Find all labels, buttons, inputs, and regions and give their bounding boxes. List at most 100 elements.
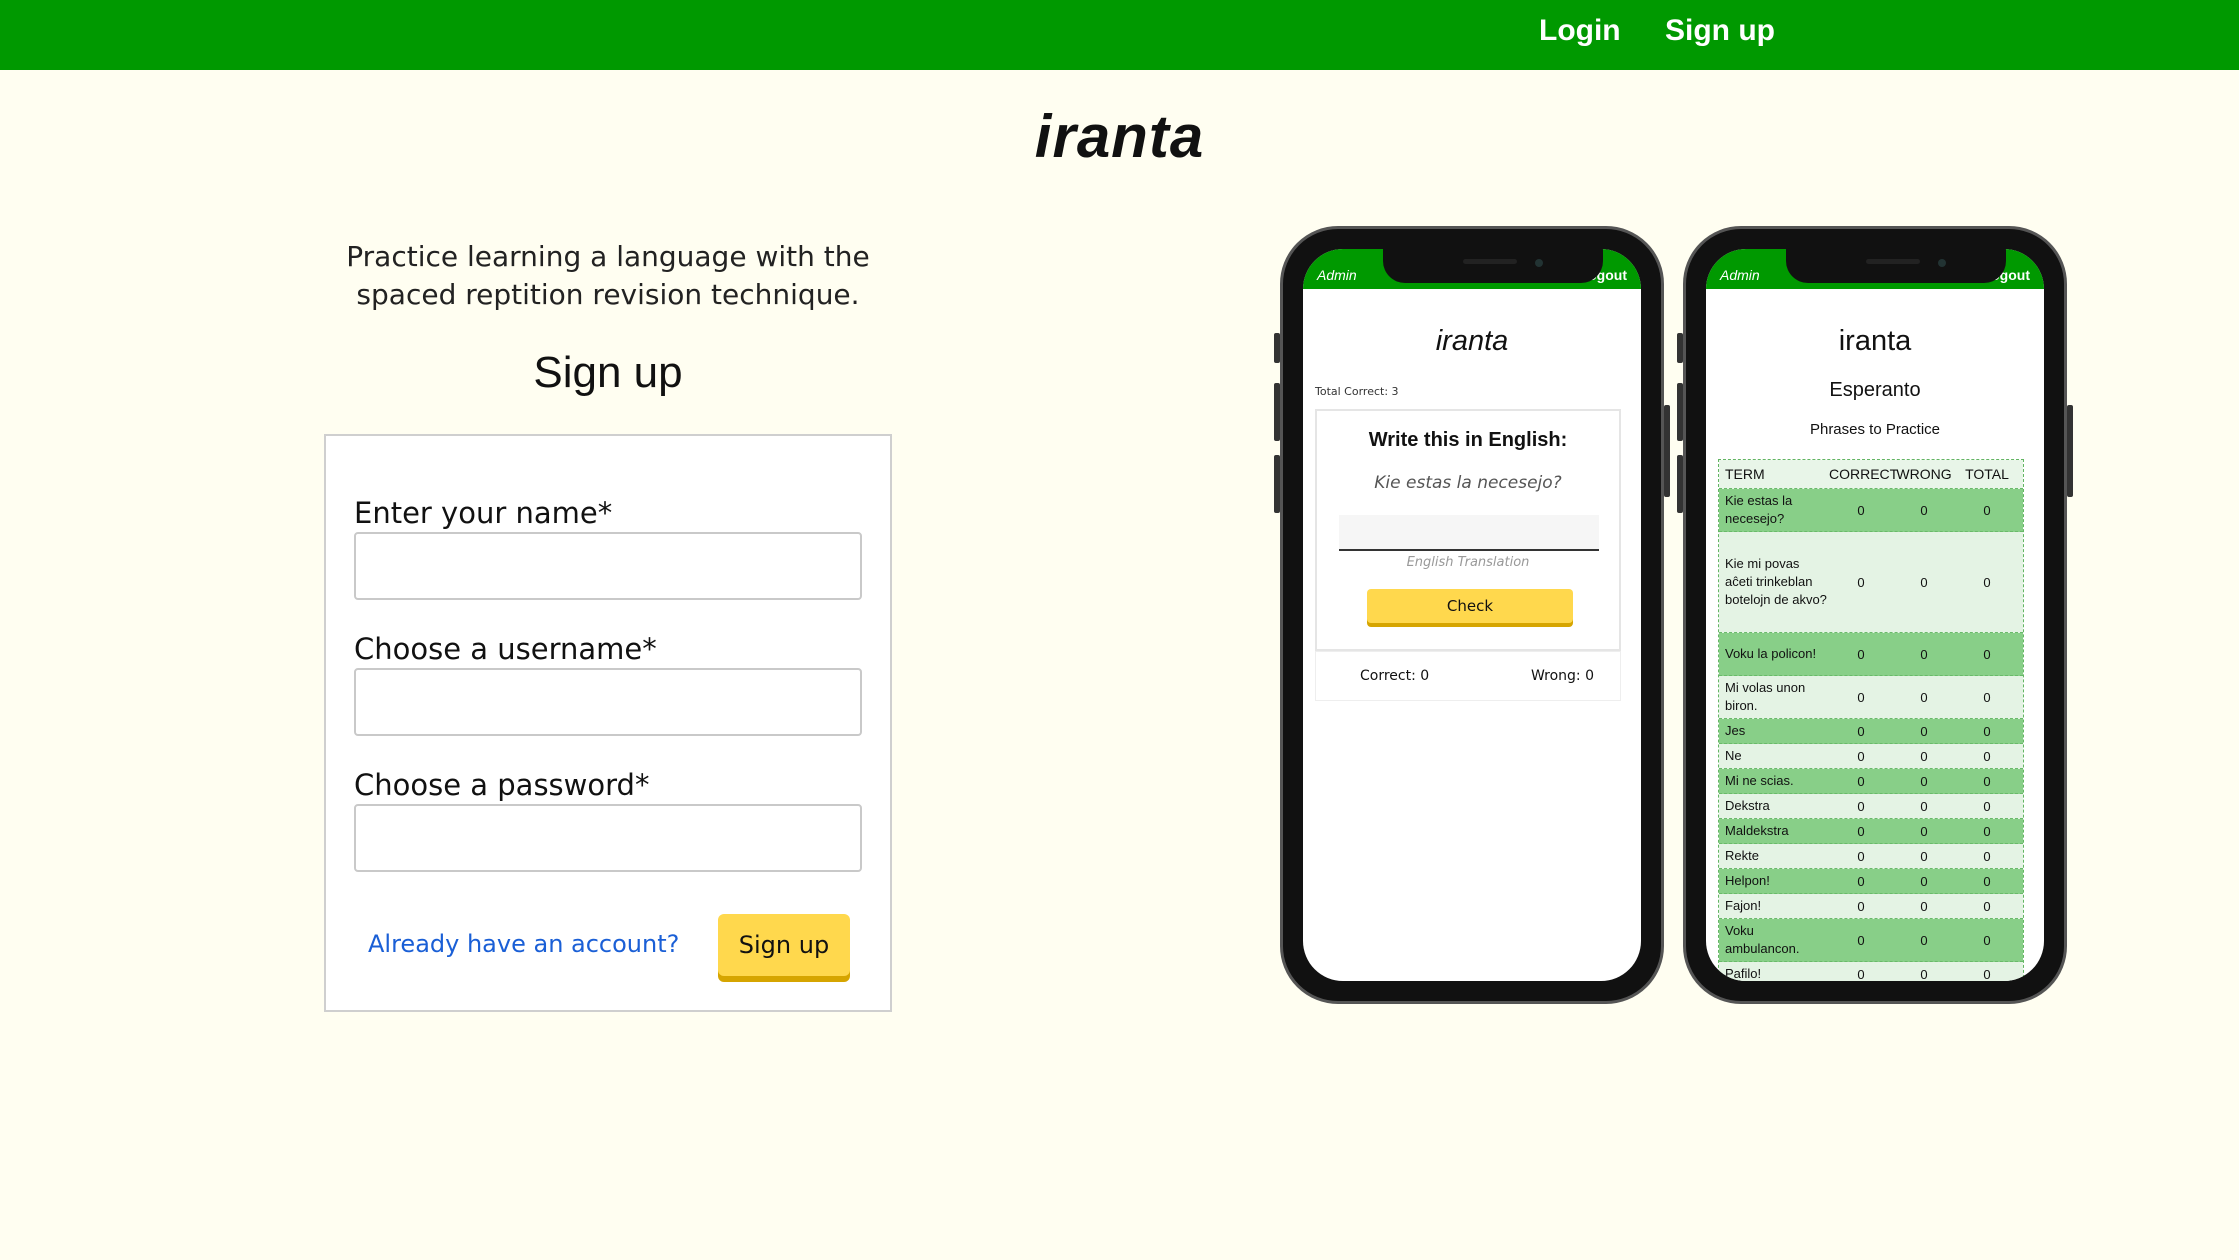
cell-wrong: 0	[1920, 848, 1928, 864]
table-row: Ne 0 0 0	[1719, 744, 2023, 769]
cell-wrong: 0	[1920, 646, 1928, 662]
cell-term: Kie mi povas aĉeti trinkeblan botelojn d…	[1725, 556, 1827, 607]
cell-correct: 0	[1857, 798, 1865, 814]
cell-total: 0	[1983, 646, 1991, 662]
camera-icon	[1535, 259, 1543, 267]
cell-wrong: 0	[1920, 932, 1928, 948]
cell-term: Dekstra	[1725, 798, 1770, 813]
cell-total: 0	[1983, 823, 1991, 839]
signup-submit-button[interactable]: Sign up	[718, 914, 850, 976]
cell-wrong: 0	[1920, 502, 1928, 518]
header-correct: CORRECT	[1829, 466, 1899, 482]
cell-correct: 0	[1857, 502, 1865, 518]
table-row: Mi ne scias. 0 0 0	[1719, 769, 2023, 794]
cell-wrong: 0	[1920, 823, 1928, 839]
cell-wrong: 0	[1920, 574, 1928, 590]
cell-term: Pafilo!	[1725, 966, 1762, 981]
admin-link: Admin	[1317, 267, 1357, 283]
table-row: Kie mi povas aĉeti trinkeblan botelojn d…	[1719, 532, 2023, 633]
signup-form: Enter your name* Choose a username* Choo…	[324, 434, 892, 1012]
translation-placeholder: English Translation	[1406, 555, 1530, 570]
cell-term: Jes	[1725, 723, 1746, 738]
phone-mockup-practice: Admin Logout iranta Total Correct: 3 Wri…	[1274, 226, 1670, 1004]
phone-side-button	[1677, 455, 1683, 513]
table-header: TERM CORRECT WRONG TOTAL	[1719, 460, 2023, 489]
cell-correct: 0	[1857, 873, 1865, 889]
nav-signup-link[interactable]: Sign up	[1665, 14, 1775, 48]
username-input[interactable]	[354, 668, 862, 736]
phone-side-button	[1677, 383, 1683, 441]
phone-side-button	[1274, 333, 1280, 363]
phone-side-button	[1274, 455, 1280, 513]
cell-wrong: 0	[1920, 748, 1928, 764]
cell-total: 0	[1983, 898, 1991, 914]
header-wrong: WRONG	[1896, 466, 1952, 482]
phrase-text: Kie estas la necesejo?	[1374, 473, 1562, 493]
language-title: Esperanto	[1829, 379, 1921, 401]
speaker	[1463, 259, 1517, 264]
table-row: Mi volas unon biron. 0 0 0	[1719, 676, 2023, 719]
cell-total: 0	[1983, 574, 1991, 590]
cell-term: Rekte	[1725, 848, 1759, 863]
phrases-table: TERM CORRECT WRONG TOTAL Kie estas la ne…	[1718, 459, 2024, 981]
header-total: TOTAL	[1965, 466, 2009, 482]
total-correct: Total Correct: 3	[1315, 385, 1399, 398]
cell-total: 0	[1983, 773, 1991, 789]
phone-notch	[1786, 249, 2006, 283]
already-have-account-link[interactable]: Already have an account?	[368, 930, 679, 958]
cell-term: Mi ne scias.	[1725, 773, 1794, 788]
nav-login-link[interactable]: Login	[1539, 14, 1621, 48]
page-title: Sign up	[533, 348, 683, 397]
cell-correct: 0	[1857, 748, 1865, 764]
cell-term: Ne	[1725, 748, 1742, 763]
speaker	[1866, 259, 1920, 264]
phrases-subtitle: Phrases to Practice	[1809, 421, 1941, 438]
table-row: Pafilo! 0 0 0	[1719, 962, 2023, 981]
phone-side-button	[1677, 333, 1683, 363]
cell-correct: 0	[1857, 823, 1865, 839]
phone-side-button	[1274, 383, 1280, 441]
cell-term: Voku la policon!	[1725, 646, 1817, 661]
cell-term: Maldekstra	[1725, 823, 1789, 838]
site-logo[interactable]: iranta	[0, 102, 2239, 171]
translation-input	[1339, 515, 1599, 551]
cell-wrong: 0	[1920, 873, 1928, 889]
cell-total: 0	[1983, 966, 1991, 982]
password-input[interactable]	[354, 804, 862, 872]
name-input[interactable]	[354, 532, 862, 600]
username-label: Choose a username*	[354, 632, 657, 666]
phone-logo: iranta	[1838, 325, 1912, 357]
table-row: Dekstra 0 0 0	[1719, 794, 2023, 819]
table-row: Voku la policon! 0 0 0	[1719, 633, 2023, 676]
cell-wrong: 0	[1920, 689, 1928, 705]
top-nav: Login Sign up	[0, 0, 2239, 70]
table-row: Fajon! 0 0 0	[1719, 894, 2023, 919]
cell-correct: 0	[1857, 689, 1865, 705]
cell-total: 0	[1983, 502, 1991, 518]
question-card: Write this in English: Kie estas la nece…	[1315, 409, 1621, 651]
cell-correct: 0	[1857, 646, 1865, 662]
phone-side-button	[1664, 405, 1670, 497]
cell-correct: 0	[1857, 773, 1865, 789]
table-row: Helpon! 0 0 0	[1719, 869, 2023, 894]
admin-link: Admin	[1720, 267, 1760, 283]
table-row: Rekte 0 0 0	[1719, 844, 2023, 869]
cell-total: 0	[1983, 689, 1991, 705]
cell-wrong: 0	[1920, 723, 1928, 739]
cell-correct: 0	[1857, 966, 1865, 982]
cell-term: Mi volas unon biron.	[1725, 680, 1806, 713]
cell-total: 0	[1983, 848, 1991, 864]
check-button: Check	[1367, 589, 1573, 623]
cell-wrong: 0	[1920, 898, 1928, 914]
header-term: TERM	[1725, 466, 1765, 482]
tagline: Practice learning a language with the sp…	[346, 240, 870, 311]
cell-correct: 0	[1857, 932, 1865, 948]
cell-term: Fajon!	[1725, 898, 1762, 913]
correct-count: Correct: 0	[1360, 668, 1430, 684]
cell-term: Helpon!	[1725, 873, 1770, 888]
wrong-count: Wrong: 0	[1530, 668, 1594, 684]
cell-total: 0	[1983, 723, 1991, 739]
cell-total: 0	[1983, 748, 1991, 764]
cell-correct: 0	[1857, 574, 1865, 590]
cell-total: 0	[1983, 798, 1991, 814]
